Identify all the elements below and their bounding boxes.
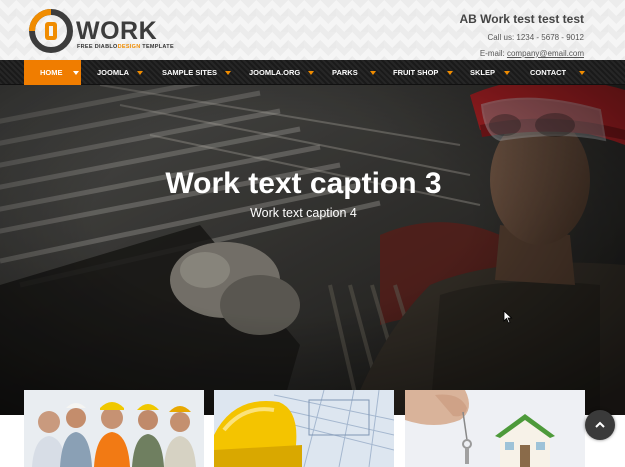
nav-label: CONTACT	[530, 68, 567, 77]
caret-down-icon	[137, 71, 143, 75]
logo-tagline: FREE DIABLODESIGN TEMPLATE	[77, 44, 174, 50]
nav-label: JOOMLA	[97, 68, 130, 77]
nav-label: SAMPLE SITES	[162, 68, 218, 77]
features-section	[0, 390, 625, 467]
site-logo[interactable]: WORK FREE DIABLODESIGN TEMPLATE	[28, 8, 174, 54]
logo-gear-icon	[29, 9, 73, 53]
logo-wordmark: WORK	[76, 17, 158, 45]
nav-item-sklep[interactable]: SKLEP	[458, 60, 518, 85]
site-header: WORK FREE DIABLODESIGN TEMPLATE AB Work …	[0, 0, 625, 60]
thumbnail-blueprints[interactable]	[214, 390, 394, 467]
caret-down-icon	[225, 71, 231, 75]
nav-label: PARKS	[332, 68, 358, 77]
nav-item-joomla[interactable]: JOOMLA	[81, 60, 151, 85]
nav-item-fruit-shop[interactable]: FRUIT SHOP	[380, 60, 458, 85]
caret-down-icon	[447, 71, 453, 75]
nav-item-joomla-org[interactable]: JOOMLA.ORG	[236, 60, 320, 85]
workers-team-photo	[24, 390, 204, 467]
caret-down-icon	[579, 71, 585, 75]
house-keys-photo	[405, 390, 585, 467]
nav-item-sample-sites[interactable]: SAMPLE SITES	[151, 60, 236, 85]
hero-slider[interactable]: Work text caption 3 Work text caption 4	[0, 85, 625, 415]
main-nav: HOME JOOMLA SAMPLE SITES JOOMLA.ORG PARK…	[0, 60, 625, 85]
nav-item-contact[interactable]: CONTACT	[518, 60, 598, 85]
email-link[interactable]: company@email.com	[507, 49, 584, 58]
nav-item-home[interactable]: HOME	[24, 60, 81, 85]
nav-label: JOOMLA.ORG	[249, 68, 301, 77]
thumbnail-workers[interactable]	[24, 390, 204, 467]
email-line: E-mail: company@email.com	[479, 49, 584, 58]
nav-label: HOME	[40, 68, 63, 77]
mouse-cursor-icon	[503, 310, 513, 324]
hero-caption-subtitle: Work text caption 4	[250, 206, 357, 220]
nav-label: FRUIT SHOP	[393, 68, 439, 77]
caret-down-icon	[73, 71, 79, 75]
scroll-to-top-button[interactable]	[585, 410, 615, 440]
nav-item-parks[interactable]: PARKS	[320, 60, 380, 85]
caret-down-icon	[370, 71, 376, 75]
chevron-up-icon	[595, 421, 605, 428]
caret-down-icon	[504, 71, 510, 75]
hero-worker-photo	[0, 85, 625, 415]
thumbnail-house-keys[interactable]	[405, 390, 585, 467]
nav-label: SKLEP	[470, 68, 496, 77]
caret-down-icon	[308, 71, 314, 75]
helmet-blueprints-photo	[214, 390, 394, 467]
hero-caption-title: Work text caption 3	[165, 167, 442, 200]
phone-line: Call us: 1234 - 5678 - 9012	[487, 33, 584, 42]
company-name: AB Work test test test	[459, 12, 584, 26]
contact-info: AB Work test test test Call us: 1234 - 5…	[460, 12, 584, 58]
